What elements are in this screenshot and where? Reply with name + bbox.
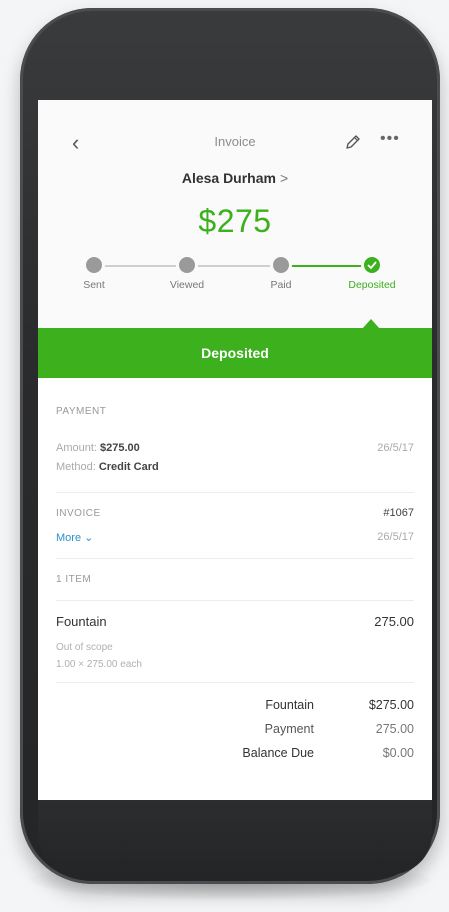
step-paid: Paid (241, 257, 321, 291)
total-value-payment: 275.00 (375, 722, 414, 736)
customer-name: Alesa Durham (181, 170, 276, 186)
status-banner: Deposited (38, 328, 432, 378)
invoice-number: #1067 (383, 507, 414, 519)
invoice-screen: ‹ Invoice ••• Alesa Durham > $275 Sent Vi… (38, 100, 432, 800)
invoice-header: ‹ Invoice ••• Alesa Durham > $275 Sent Vi… (38, 100, 432, 329)
pencil-icon[interactable] (344, 133, 362, 151)
step-label: Deposited (348, 279, 396, 291)
total-label-payment: Payment (264, 722, 314, 736)
step-sent: Sent (54, 257, 134, 291)
items-section-title: 1 ITEM (56, 574, 92, 585)
total-label-balance: Balance Due (242, 746, 314, 760)
divider (56, 492, 414, 493)
total-value-balance: $0.00 (382, 746, 414, 760)
divider (56, 558, 414, 559)
payment-method-value: Credit Card (98, 461, 159, 473)
payment-date: 26/5/17 (377, 442, 414, 454)
payment-amount-label: Amount: (56, 442, 97, 454)
step-deposited: Deposited (332, 257, 412, 291)
invoice-date: 26/5/17 (377, 531, 414, 543)
step-viewed: Viewed (147, 257, 227, 291)
page-title: Invoice (214, 134, 256, 149)
chevron-right-icon: > (279, 170, 289, 186)
step-dot (86, 257, 102, 273)
phone-bottom-bezel (38, 800, 432, 874)
more-dots-icon[interactable]: ••• (380, 130, 400, 148)
payment-method-label: Method: (56, 461, 96, 473)
divider (56, 682, 414, 683)
step-dot (179, 257, 195, 273)
payment-method-row: Method: Credit Card (56, 461, 159, 473)
payment-amount-row: Amount: $275.00 (56, 442, 140, 454)
payment-section-title: PAYMENT (56, 406, 107, 417)
invoice-section-title: INVOICE (56, 508, 101, 519)
total-label-subtotal: Fountain (265, 698, 314, 712)
more-link[interactable]: More ⌄ (56, 531, 93, 544)
step-label: Viewed (169, 279, 205, 291)
step-label: Sent (83, 279, 105, 291)
step-dot (273, 257, 289, 273)
customer-link[interactable]: Alesa Durham > (38, 170, 432, 186)
invoice-amount: $275 (198, 203, 272, 239)
line-item-name[interactable]: Fountain (56, 614, 107, 629)
line-item-quantity: 1.00 × 275.00 each (56, 659, 142, 670)
payment-amount-value: $275.00 (100, 442, 140, 454)
step-label: Paid (270, 279, 292, 291)
divider (56, 600, 414, 601)
line-item-amount: 275.00 (374, 614, 414, 629)
check-circle-icon (364, 257, 380, 273)
line-item-description: Out of scope (56, 642, 113, 653)
total-value-subtotal: $275.00 (368, 698, 414, 712)
